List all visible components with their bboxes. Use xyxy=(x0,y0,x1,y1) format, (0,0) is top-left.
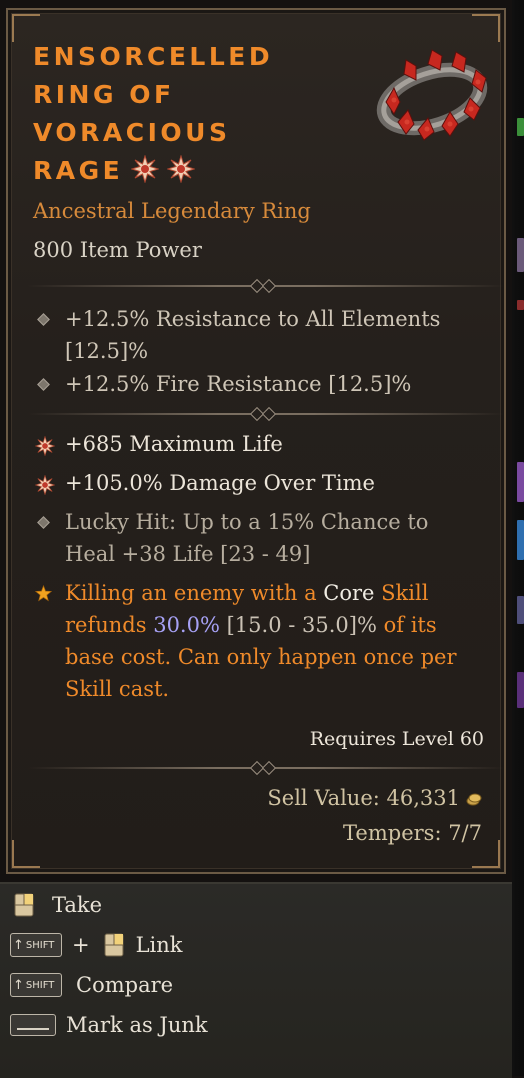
section-divider xyxy=(28,278,504,294)
lucky-hit-stat-cont: Heal +38 Life [23 - 49] xyxy=(65,542,311,566)
space-key-icon xyxy=(10,1014,56,1036)
greater-affix-icon xyxy=(167,155,196,183)
legendary-power-line: refunds 30.0% [15.0 - 35.0]% of its xyxy=(65,609,437,641)
implicit-stat: +12.5% Resistance to All Elements xyxy=(65,307,441,331)
background-chip xyxy=(517,520,524,560)
item-title-line: Ring of xyxy=(33,80,175,109)
legendary-power-text: refunds xyxy=(65,613,147,637)
item-title-line: Rage xyxy=(33,156,124,185)
implicit-stat: +12.5% Fire Resistance [12.5]% xyxy=(65,372,412,396)
affix-stat: +685 Maximum Life xyxy=(65,432,283,456)
background-chip xyxy=(517,238,524,272)
item-title-line: Ensorcelled xyxy=(33,42,274,71)
shift-key-icon: ↑ SHIFT xyxy=(10,973,62,997)
legendary-power-line: Killing an enemy with a Core Skill xyxy=(65,577,428,609)
legendary-power-line: Skill cast. xyxy=(65,677,170,701)
frame-corner xyxy=(12,840,40,868)
greater-affix-icon xyxy=(35,475,55,495)
action-bar: Take ↑ SHIFT + Link ↑ SHIFT Compare Mark a… xyxy=(0,882,512,1078)
item-title-line-last: Rage xyxy=(33,152,363,190)
legendary-power-line: base cost. Can only happen once per xyxy=(65,645,457,669)
legendary-power-text: of its xyxy=(383,613,437,637)
section-divider xyxy=(28,406,504,422)
affix-stat: +105.0% Damage Over Time xyxy=(65,471,375,495)
mark-as-junk-action[interactable]: Mark as Junk xyxy=(10,1008,208,1042)
legendary-keyword: Core xyxy=(323,581,375,605)
background-chip xyxy=(517,462,524,502)
mark-as-junk-label: Mark as Junk xyxy=(66,1013,208,1037)
legendary-power-range: [15.0 - 35.0]% xyxy=(226,613,377,637)
sell-value: Sell Value: 46,331 xyxy=(267,786,482,810)
compare-action[interactable]: ↑ SHIFT Compare xyxy=(10,968,173,1002)
background-chip xyxy=(517,118,524,136)
compare-label: Compare xyxy=(76,973,174,997)
lucky-hit-stat: Lucky Hit: Up to a 15% Chance to xyxy=(65,510,429,534)
section-divider xyxy=(28,760,504,776)
ring-item-icon xyxy=(376,49,488,141)
shift-key-label: SHIFT xyxy=(25,979,55,991)
background-chip xyxy=(517,596,524,624)
plus-joiner: + xyxy=(72,933,90,957)
link-action[interactable]: ↑ SHIFT + Link xyxy=(10,928,183,962)
shift-key-label: SHIFT xyxy=(25,939,55,951)
link-label: Link xyxy=(135,933,183,957)
gold-coin-icon xyxy=(466,793,482,806)
shift-key-icon: ↑ SHIFT xyxy=(10,933,62,957)
tempers-count: Tempers: 7/7 xyxy=(343,821,482,845)
greater-affix-icon xyxy=(131,155,160,183)
legendary-power-value: 30.0% xyxy=(153,613,220,637)
item-power: 800 Item Power xyxy=(33,238,202,262)
background-chip xyxy=(517,300,524,310)
mouse-right-icon xyxy=(14,893,34,917)
legendary-power-text: Skill xyxy=(381,581,429,605)
item-title: Ensorcelled Ring of Voracious Rage xyxy=(33,38,363,190)
background-chip xyxy=(517,672,524,708)
item-subtype: Ancestral Legendary Ring xyxy=(33,199,311,223)
take-action[interactable]: Take xyxy=(10,888,102,922)
sell-value-text: Sell Value: 46,331 xyxy=(267,786,460,810)
item-title-line: Voracious xyxy=(33,118,231,147)
frame-corner xyxy=(472,14,500,42)
mouse-right-icon xyxy=(104,933,124,957)
greater-affix-icon xyxy=(35,436,55,456)
requires-level: Requires Level 60 xyxy=(309,728,484,750)
legendary-power-text: Killing an enemy with a xyxy=(65,581,317,605)
legendary-star-icon xyxy=(35,585,52,602)
implicit-stat-cont: [12.5]% xyxy=(65,339,149,363)
take-label: Take xyxy=(52,893,103,917)
